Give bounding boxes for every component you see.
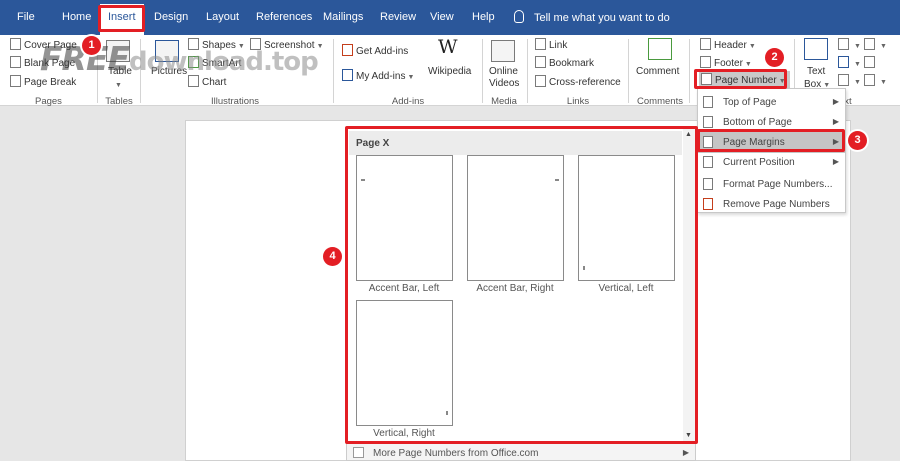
tab-design[interactable]: Design — [154, 11, 188, 23]
page-icon — [703, 116, 713, 128]
wikipedia-button[interactable]: Wikipedia — [428, 66, 471, 77]
comment-label: Comment — [636, 66, 680, 77]
step-badge: 3 — [848, 131, 867, 150]
submenu-arrow-icon: ▶ — [682, 448, 689, 457]
menu-item-label: Format Page Numbers... — [723, 179, 833, 190]
tab-home[interactable]: Home — [62, 11, 91, 23]
tab-mailings[interactable]: Mailings — [323, 11, 363, 23]
group-separator — [333, 39, 334, 103]
lightbulb-icon — [514, 10, 524, 23]
tab-help[interactable]: Help — [472, 11, 495, 23]
cross-reference-label: Cross-reference — [549, 77, 621, 88]
highlight-page-number-button — [694, 69, 787, 89]
page-break-icon — [10, 75, 21, 87]
get-addins-button[interactable]: Get Add-ins — [342, 44, 408, 57]
menu-item-label: Current Position — [723, 157, 795, 168]
link-icon — [535, 38, 546, 50]
tab-references[interactable]: References — [256, 11, 312, 23]
group-separator — [689, 39, 690, 103]
highlight-gallery — [345, 126, 698, 444]
footer-icon — [700, 56, 711, 68]
menu-item-label: Remove Page Numbers — [723, 199, 830, 210]
bookmark-button[interactable]: Bookmark — [535, 56, 594, 69]
submenu-arrow-icon: ▶ — [832, 97, 839, 106]
cover-page-icon — [10, 38, 21, 50]
table-dropdown-caret: ▼ — [115, 82, 122, 89]
page-break-label: Page Break — [24, 77, 77, 88]
tab-view[interactable]: View — [430, 11, 454, 23]
page-icon — [703, 96, 713, 108]
comment-button[interactable]: Comment — [636, 66, 679, 77]
wikipedia-label: Wikipedia — [428, 66, 472, 77]
header-label: Header — [714, 40, 747, 51]
menu-item-remove-page-numbers[interactable]: Remove Page Numbers — [698, 194, 845, 215]
text-box-icon — [804, 38, 828, 60]
highlight-page-margins-item — [697, 129, 845, 152]
step-badge: 2 — [765, 48, 784, 67]
group-separator — [527, 39, 528, 103]
footer-button[interactable]: Footer ▼ — [700, 56, 752, 69]
submenu-arrow-icon: ▶ — [832, 117, 839, 126]
bookmark-icon — [535, 56, 546, 68]
text-box-button[interactable]: Text — [807, 66, 825, 77]
menu-item-label: Top of Page — [723, 97, 777, 108]
tell-me-search[interactable]: Tell me what you want to do — [514, 10, 670, 24]
header-button[interactable]: Header ▼ — [700, 38, 756, 51]
addins-icon — [342, 69, 353, 81]
more-page-numbers-label: More Page Numbers from Office.com — [373, 448, 539, 459]
online-videos-label-2: Videos — [489, 78, 520, 89]
signature-line-icon[interactable]: ▼ — [864, 38, 887, 51]
footer-label: Footer — [714, 58, 743, 69]
menu-item-current-position[interactable]: Current Position ▶ — [698, 152, 845, 173]
tab-review[interactable]: Review — [380, 11, 416, 23]
page-icon — [703, 156, 713, 168]
submenu-arrow-icon: ▶ — [832, 157, 839, 166]
tab-file[interactable]: File — [17, 11, 35, 23]
format-icon — [703, 178, 713, 190]
menu-item-label: Bottom of Page — [723, 117, 792, 128]
my-addins-button[interactable]: My Add-ins ▼ — [342, 69, 414, 82]
wikipedia-icon: W — [438, 36, 458, 58]
header-icon — [700, 38, 711, 50]
tell-me-label: Tell me what you want to do — [534, 12, 670, 24]
tab-layout[interactable]: Layout — [206, 11, 239, 23]
step-badge: 1 — [82, 36, 101, 55]
online-videos-label-1: Online — [489, 66, 518, 77]
cross-reference-button[interactable]: Cross-reference — [535, 75, 621, 88]
group-separator — [482, 39, 483, 103]
my-addins-label: My Add-ins — [356, 71, 406, 82]
step-badge: 4 — [323, 247, 342, 266]
drop-cap-icon[interactable]: ▼ — [838, 74, 861, 87]
menu-item-format-page-numbers[interactable]: Format Page Numbers... — [698, 174, 845, 195]
online-videos-button[interactable]: Online — [489, 66, 518, 77]
bookmark-label: Bookmark — [549, 58, 595, 69]
store-icon — [342, 44, 353, 56]
get-addins-label: Get Add-ins — [356, 46, 409, 57]
more-page-numbers-item[interactable]: More Page Numbers from Office.com ▶ — [346, 443, 696, 461]
menu-item-top-of-page[interactable]: Top of Page ▶ — [698, 92, 845, 113]
group-separator — [628, 39, 629, 103]
cross-reference-icon — [535, 75, 546, 87]
date-time-icon[interactable] — [864, 56, 878, 69]
link-label: Link — [549, 40, 568, 51]
remove-icon — [703, 198, 713, 210]
chart-label: Chart — [202, 77, 227, 88]
office-page-icon — [353, 447, 364, 458]
online-videos-icon — [491, 40, 515, 62]
comment-icon — [648, 38, 672, 60]
quick-parts-icon[interactable]: ▼ — [838, 38, 861, 51]
blank-page-icon — [10, 56, 21, 68]
highlight-insert-tab — [98, 5, 145, 32]
wordart-icon[interactable]: ▼ — [838, 56, 861, 69]
object-icon[interactable]: ▼ — [864, 74, 887, 87]
link-button[interactable]: Link — [535, 38, 567, 51]
text-box-label-1: Text — [807, 66, 826, 77]
